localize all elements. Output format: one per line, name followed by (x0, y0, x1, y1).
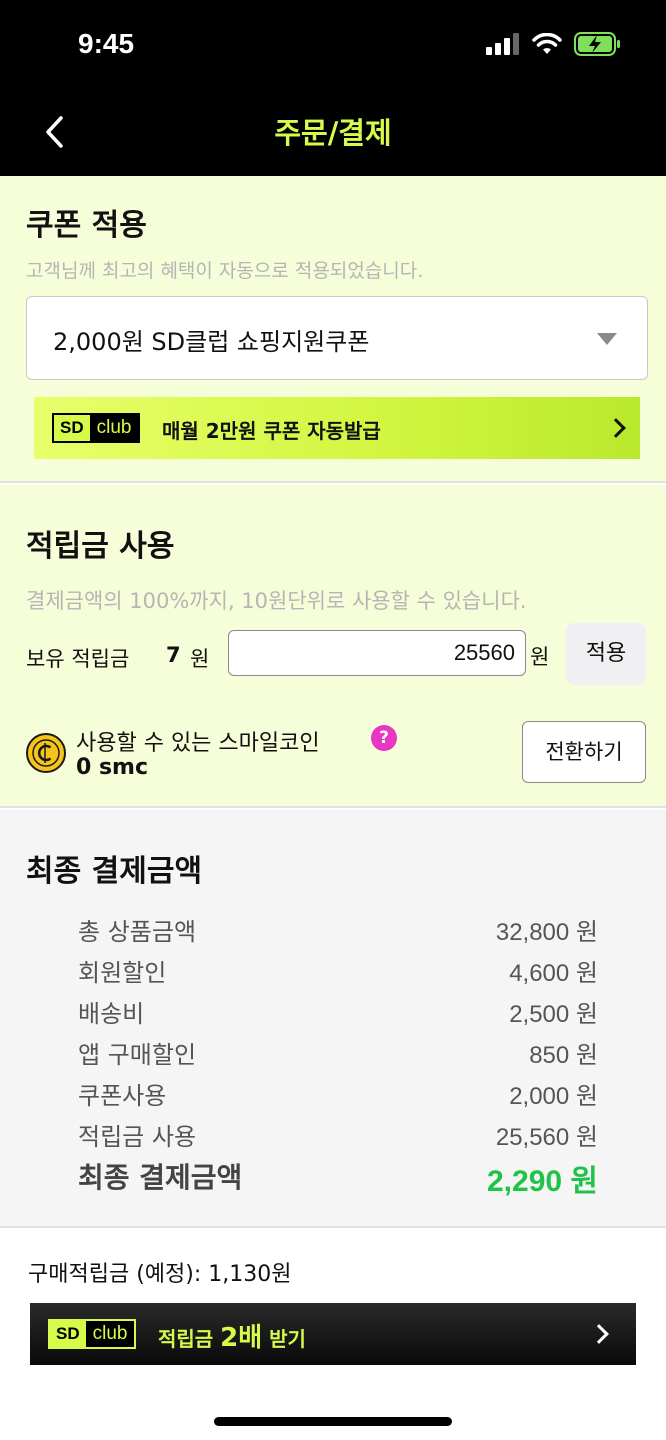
final-payment-section: 최종 결제금액 총 상품금액 32,800 원 회원할인 4,600 원 배송비… (0, 810, 666, 1228)
summary-row: 회원할인 4,600 원 (78, 953, 598, 987)
sd-club-logo: SD club (48, 1319, 137, 1349)
summary-value: 2,000 원 (509, 1083, 598, 1110)
summary-row: 총 상품금액 32,800 원 (78, 912, 598, 946)
summary-value: 4,600 원 (509, 960, 598, 987)
summary-label: 배송비 (78, 1000, 145, 1028)
smile-coin-label: 사용할 수 있는 스마일코인 (76, 731, 320, 756)
points-subtitle: 결제금액의 100%까지, 10원단위로 사용할 수 있습니다. (26, 589, 527, 613)
coupon-title: 쿠폰 적용 (26, 208, 147, 243)
help-icon[interactable]: ? (371, 725, 397, 751)
double-points-banner-text: 적립금 2배 받기 (158, 1317, 306, 1354)
final-title: 최종 결제금액 (26, 854, 203, 889)
final-total-label: 최종 결제금액 (78, 1161, 243, 1194)
cellular-signal-icon (486, 33, 519, 55)
coupon-selected-value: 2,000원 SD클럽 쇼핑지원쿠폰 (53, 328, 370, 356)
summary-value: 850 원 (529, 1042, 598, 1069)
held-points-unit: 원 (190, 647, 210, 671)
coupon-subtitle: 고객님께 최고의 혜택이 자동으로 적용되었습니다. (26, 260, 424, 282)
sd-club-coupon-banner[interactable]: SD club 매월 2만원 쿠폰 자동발급 (34, 397, 640, 459)
held-points-value: 7 (166, 643, 181, 667)
summary-value: 2,500 원 (509, 1001, 598, 1028)
final-total-row: 최종 결제금액 2,290 원 (78, 1156, 598, 1198)
summary-row: 적립금 사용 25,560 원 (78, 1117, 598, 1151)
page-title: 주문/결제 (274, 116, 392, 150)
smile-coin-icon (26, 733, 66, 773)
purchase-points-estimate: 구매적립금 (예정): 1,130원 (28, 1262, 292, 1287)
summary-label: 회원할인 (78, 959, 167, 987)
points-input-unit: 원 (530, 645, 550, 669)
summary-row: 배송비 2,500 원 (78, 994, 598, 1028)
sd-club-logo: SD club (52, 413, 141, 443)
sd-club-logo-sd: SD (50, 1321, 86, 1347)
summary-label: 적립금 사용 (78, 1123, 197, 1151)
chevron-right-icon (589, 1324, 609, 1344)
chevron-right-icon (606, 418, 626, 438)
points-section: 적립금 사용 결제금액의 100%까지, 10원단위로 사용할 수 있습니다. … (0, 485, 666, 808)
held-points-label: 보유 적립금 (26, 647, 130, 671)
summary-value: 32,800 원 (495, 919, 598, 946)
sd-club-logo-club: club (96, 417, 132, 438)
double-points-text-pre: 적립금 (158, 1327, 221, 1351)
coupon-section: 쿠폰 적용 고객님께 최고의 혜택이 자동으로 적용되었습니다. 2,000원 … (0, 176, 666, 483)
summary-label: 앱 구매할인 (78, 1041, 197, 1069)
summary-row: 쿠폰사용 2,000 원 (78, 1076, 598, 1110)
status-bar: 9:45 (0, 0, 666, 88)
apply-points-button[interactable]: 적용 (566, 623, 646, 685)
summary-label: 총 상품금액 (78, 918, 197, 946)
coupon-select[interactable]: 2,000원 SD클럽 쇼핑지원쿠폰 (26, 296, 648, 380)
smile-coin-value: 0 smc (76, 755, 149, 780)
summary-value: 25,560 원 (495, 1124, 598, 1151)
final-total-value: 2,290 원 (486, 1165, 598, 1198)
sd-club-logo-sd: SD (54, 415, 90, 441)
status-time: 9:45 (78, 28, 135, 59)
sd-club-coupon-banner-text: 매월 2만원 쿠폰 자동발급 (162, 419, 381, 443)
convert-button[interactable]: 전환하기 (522, 721, 646, 783)
summary-row: 앱 구매할인 850 원 (78, 1035, 598, 1069)
points-amount-input[interactable] (228, 630, 526, 676)
battery-charging-icon (574, 32, 620, 56)
wifi-icon (532, 33, 562, 54)
status-icons (486, 32, 622, 56)
summary-label: 쿠폰사용 (78, 1082, 167, 1110)
points-title: 적립금 사용 (26, 529, 175, 564)
dropdown-arrow-icon (597, 333, 617, 345)
sd-club-double-points-banner[interactable]: SD club 적립금 2배 받기 (30, 1303, 636, 1365)
sd-club-logo-club: club (92, 1323, 128, 1344)
double-points-text-big: 2배 (220, 1323, 263, 1353)
home-indicator (214, 1417, 452, 1426)
double-points-text-post: 받기 (262, 1327, 306, 1351)
navigation-bar: 주문/결제 (0, 88, 666, 176)
